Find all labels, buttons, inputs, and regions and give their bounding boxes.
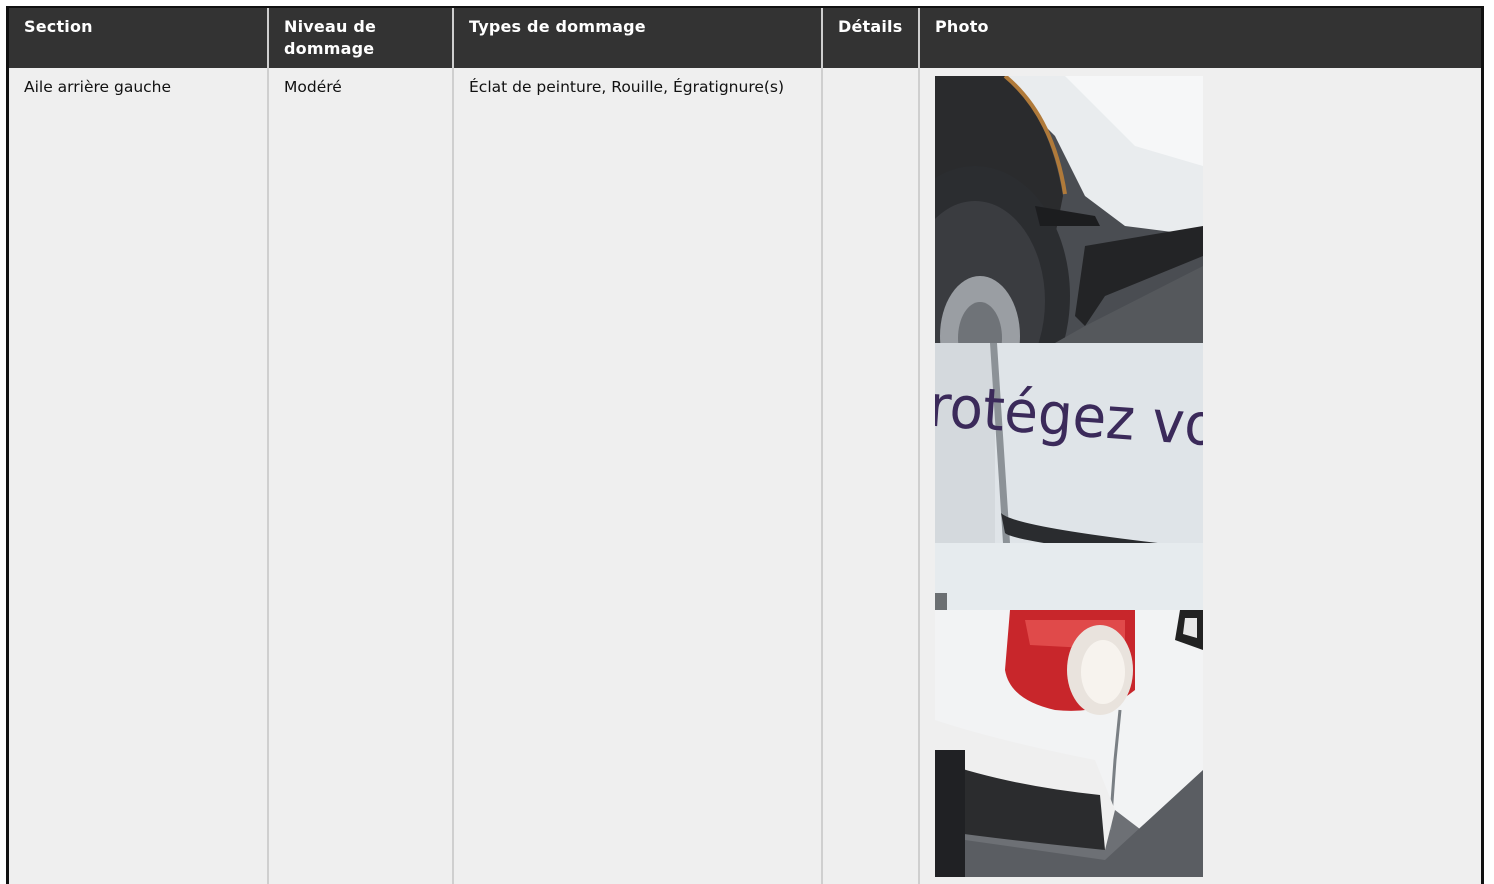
cell-types: Éclat de peinture, Rouille, Égratignure(… bbox=[453, 68, 823, 884]
table-header-row: Section Niveau de dommage Types de domma… bbox=[9, 8, 1481, 68]
damage-report-frame: Section Niveau de dommage Types de domma… bbox=[6, 6, 1484, 884]
header-level: Niveau de dommage bbox=[268, 8, 454, 68]
cell-photo: rotégez vo bbox=[919, 68, 1481, 884]
cell-level: Modéré bbox=[268, 68, 454, 884]
header-details: Détails bbox=[822, 8, 920, 68]
table-row: Aile arrière gauche Modéré Éclat de pein… bbox=[9, 68, 1481, 884]
header-photo: Photo bbox=[919, 8, 1481, 68]
photo-stack: rotégez vo bbox=[935, 76, 1203, 877]
header-types: Types de dommage bbox=[453, 8, 823, 68]
rear-wheel-arch-photo[interactable] bbox=[935, 76, 1203, 343]
tail-light-corner-photo[interactable] bbox=[935, 610, 1203, 877]
header-section: Section bbox=[9, 8, 269, 68]
cell-section: Aile arrière gauche bbox=[9, 68, 269, 884]
side-panel-lettering-photo[interactable]: rotégez vo bbox=[935, 343, 1203, 610]
damage-table: Section Niveau de dommage Types de domma… bbox=[9, 8, 1481, 884]
cell-details bbox=[822, 68, 920, 884]
